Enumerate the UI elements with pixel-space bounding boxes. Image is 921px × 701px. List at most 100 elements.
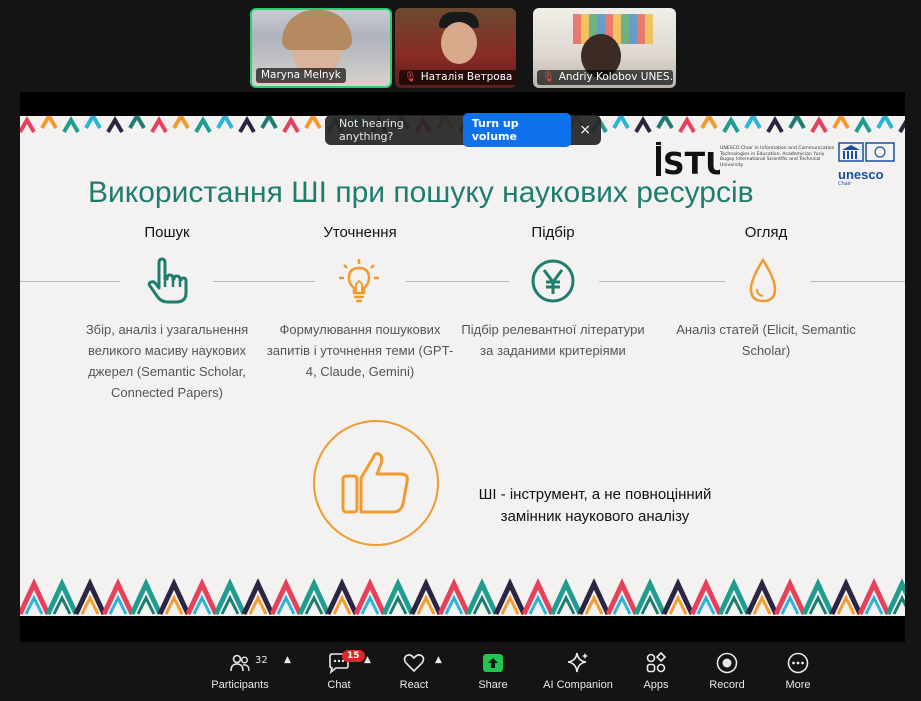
participant-hair	[282, 10, 352, 50]
svg-text:STU: STU	[663, 147, 720, 178]
more-button[interactable]: More	[758, 651, 838, 691]
presentation-slide: STU UNESCO Chair in Information and Comm…	[20, 116, 905, 616]
apps-button[interactable]: Apps	[616, 651, 696, 691]
conclusion-text: ШІ - інструмент, а не повноцінний замінн…	[450, 484, 740, 528]
participant-name-label: 🎙 Andriy Kolobov UNES...	[537, 70, 673, 85]
record-icon	[716, 652, 738, 674]
pattern-chevron	[832, 116, 850, 130]
chat-label: Chat	[327, 679, 351, 691]
volume-banner-message: Not hearing anything?	[339, 117, 404, 143]
participant-tile-maryna[interactable]: Maryna Melnyk	[250, 8, 392, 88]
pattern-chevron	[62, 116, 80, 134]
pattern-chevron	[722, 116, 740, 134]
volume-notification-banner: Not hearing anything? Turn up volume ×	[325, 113, 601, 147]
step-heading-search: Пошук	[144, 224, 190, 241]
close-banner-button[interactable]: ×	[579, 122, 591, 138]
meeting-toolbar: Participants 32 ▲ Chat 15 ▲ React ▲ Shar…	[0, 645, 921, 701]
turn-up-volume-button[interactable]: Turn up volume	[462, 113, 572, 147]
zoom-meeting-window: Maryna Melnyk 🎙 Наталія Ветрова 🎙 Andriy…	[0, 0, 921, 701]
ai-companion-button[interactable]: AI Companion	[538, 651, 618, 691]
participant-tile-nataliia[interactable]: 🎙 Наталія Ветрова	[395, 8, 516, 88]
pattern-chevron	[854, 116, 872, 134]
pattern-chevron	[612, 116, 630, 130]
pattern-chevron	[84, 116, 102, 130]
more-label: More	[785, 679, 811, 691]
mic-muted-icon: 🎙	[542, 72, 555, 83]
unesco-temple-icon	[838, 142, 895, 162]
react-caret-icon[interactable]: ▲	[435, 655, 442, 665]
connector-line	[20, 281, 120, 282]
participant-tile-andriy[interactable]: 🎙 Andriy Kolobov UNES...	[533, 8, 676, 88]
pattern-chevron	[656, 116, 674, 130]
apps-icon	[646, 651, 667, 673]
connector-line	[213, 281, 315, 282]
pattern-chevron	[150, 116, 168, 134]
participant-name-label: 🎙 Наталія Ветрова	[399, 70, 516, 85]
step-description-review: Аналіз статей (Elicit, Semantic Scholar)	[676, 322, 856, 358]
step-description-search: Збір, аналіз і узагальнення великого мас…	[85, 322, 249, 400]
pattern-chevron	[128, 116, 146, 130]
istu-logo-caption: UNESCO Chair in Information and Communic…	[720, 146, 835, 168]
participants-label: Participants	[211, 679, 269, 691]
connector-line	[406, 281, 509, 282]
heart-icon	[403, 654, 425, 673]
participant-name: Andriy Kolobov UNES...	[558, 71, 673, 83]
share-label: Share	[478, 679, 508, 691]
step-heading-review: Огляд	[744, 224, 788, 241]
connector-line	[810, 281, 905, 282]
share-screen-icon	[483, 654, 503, 672]
pattern-chevron	[744, 116, 762, 130]
pattern-chevron	[788, 116, 806, 130]
apps-label: Apps	[643, 679, 669, 691]
conclusion-line-1: ШІ - інструмент, а не повноцінний	[478, 486, 712, 503]
thumbs-up-icon	[341, 452, 409, 514]
pattern-chevron	[106, 116, 124, 134]
conclusion-line-2: замінник наукового аналізу	[500, 508, 690, 525]
pattern-chevron	[678, 116, 696, 134]
pattern-chevron	[898, 119, 905, 134]
thumbs-up-circle	[313, 420, 439, 546]
pattern-chevron	[700, 116, 718, 130]
participant-name: Maryna Melnyk	[261, 69, 341, 81]
yen-coin-icon	[531, 259, 575, 303]
pattern-chevron	[20, 116, 36, 134]
participants-count: 32	[255, 655, 268, 666]
pattern-chevron	[260, 116, 278, 130]
pattern-chevron	[304, 116, 322, 130]
pattern-chevron	[766, 116, 784, 134]
istu-logo-icon: STU	[656, 142, 720, 178]
participant-video	[441, 22, 477, 64]
connector-line	[599, 281, 725, 282]
participants-button[interactable]: Participants	[200, 651, 280, 691]
mic-muted-icon: 🎙	[404, 72, 417, 83]
pattern-chevron	[810, 116, 828, 134]
drop-icon	[749, 257, 777, 303]
participant-name: Наталія Ветрова	[420, 71, 513, 83]
pointing-hand-icon	[147, 257, 188, 304]
pattern-chevron	[282, 116, 300, 134]
participants-caret-icon[interactable]: ▲	[284, 655, 291, 665]
pattern-chevron	[634, 116, 652, 134]
ai-companion-label: AI Companion	[543, 679, 613, 691]
bottom-decorative-pattern	[20, 578, 905, 616]
chat-caret-icon[interactable]: ▲	[364, 655, 371, 665]
more-icon	[787, 652, 809, 674]
pattern-chevron	[40, 116, 58, 130]
record-button[interactable]: Record	[687, 651, 767, 691]
share-button[interactable]: Share	[453, 651, 533, 691]
pattern-chevron	[876, 116, 894, 130]
chat-unread-badge: 15	[342, 650, 365, 662]
record-label: Record	[709, 679, 745, 691]
lightbulb-icon	[339, 259, 379, 303]
step-heading-select: Підбір	[531, 224, 575, 241]
react-button[interactable]: React	[374, 651, 454, 691]
pattern-chevron	[194, 116, 212, 134]
sparkle-icon	[567, 652, 588, 673]
step-description-select: Підбір релевантної літератури за заданим…	[461, 322, 645, 358]
step-description-refine: Формулювання пошукових запитів і уточнен…	[266, 322, 454, 379]
participants-icon	[230, 654, 250, 672]
step-heading-refine: Уточнення	[323, 224, 397, 241]
slide-title: Використання ШІ при пошуку наукових ресу…	[88, 176, 754, 209]
pattern-chevron	[216, 116, 234, 130]
pattern-chevron	[238, 116, 256, 134]
